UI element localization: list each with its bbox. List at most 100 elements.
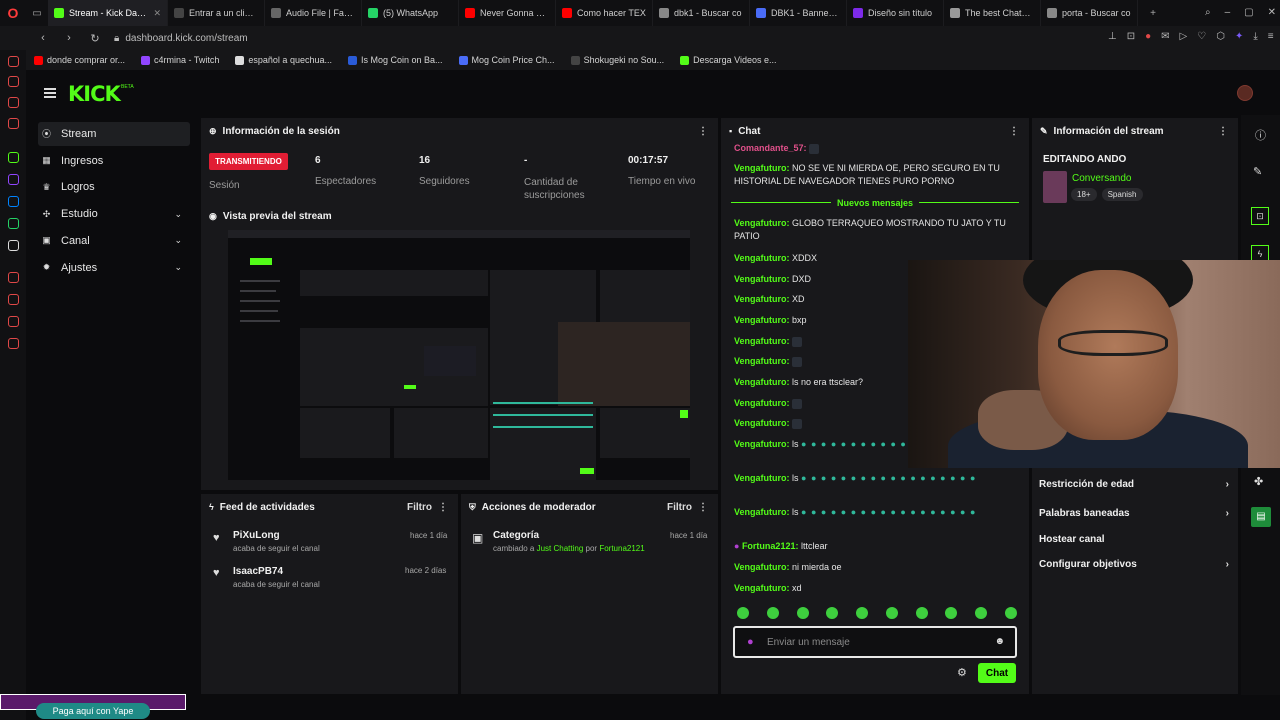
url-field[interactable]: 🔒︎ dashboard.kick.com/stream [114, 33, 248, 44]
forward-icon[interactable]: › [60, 32, 78, 44]
feed-user-name[interactable]: PiXuLong [233, 530, 280, 541]
chat-username[interactable]: Vengafuturo: [734, 583, 790, 593]
chevron-down-icon[interactable]: ⌄ [174, 262, 182, 273]
play-icon[interactable]: ▷ [1180, 31, 1188, 42]
filter-button[interactable]: Filtro [407, 502, 432, 513]
back-icon[interactable]: ‹ [34, 32, 52, 44]
kick-logo[interactable]: KICK [68, 82, 121, 106]
menu-icon[interactable]: ≡ [1268, 31, 1274, 42]
sidebar-app-icon[interactable] [8, 316, 19, 327]
heart-icon[interactable]: ♡ [1197, 31, 1206, 42]
chat-message[interactable]: Vengafuturo: xd [734, 582, 1019, 595]
extensions-icon[interactable]: ⬡ [1216, 31, 1225, 42]
age-restriction-option[interactable]: Restricción de edad › [1039, 479, 1229, 490]
record-icon[interactable]: ● [1145, 31, 1151, 42]
sidebar-app-icon[interactable] [8, 118, 19, 129]
more-options-icon[interactable]: ⋮ [698, 126, 708, 137]
edit-icon[interactable]: ✎ [1253, 165, 1262, 178]
mic-icon[interactable]: ● [747, 636, 754, 648]
chat-message[interactable]: Vengafuturo: GLOBO TERRAQUEO MOSTRANDO T… [734, 217, 1019, 243]
chat-username[interactable]: Vengafuturo: [734, 315, 790, 325]
chat-username[interactable]: Vengafuturo: [734, 336, 790, 346]
reload-icon[interactable]: ↻ [86, 32, 104, 45]
browser-tab[interactable]: dbk1 - Buscar co [653, 0, 750, 26]
chat-username[interactable]: Vengafuturo: [734, 507, 790, 517]
chevron-down-icon[interactable]: ⌄ [174, 235, 182, 246]
opera-logo-icon[interactable]: O [0, 0, 26, 26]
chat-username[interactable]: Vengafuturo: [734, 418, 790, 428]
emote-icon[interactable] [737, 607, 749, 619]
hamburger-menu-icon[interactable] [44, 88, 56, 98]
chat-message[interactable]: ● Fortuna2121: lttclear [734, 540, 1019, 553]
sidebar-item-ingresos[interactable]: ▦ Ingresos [38, 149, 190, 173]
sidebar-item-ajustes[interactable]: ✹ Ajustes ⌄ [38, 256, 190, 280]
screenshot-icon[interactable]: ⊡ [1127, 31, 1135, 42]
chat-message[interactable]: Vengafuturo: ni mierda oe [734, 561, 1019, 574]
chat-message[interactable]: Comandante_57: [734, 142, 1019, 155]
chat-message[interactable]: Vengafuturo: ls ● ● ● ● ● ● ● ● ● ● ● ● … [734, 506, 1019, 519]
banned-words-option[interactable]: Palabras baneadas › [1039, 508, 1229, 519]
chat-username[interactable]: Fortuna2121: [742, 541, 799, 551]
chat-settings-icon[interactable]: ⚙ [957, 666, 967, 679]
browser-tab[interactable]: Diseño sin título [847, 0, 944, 26]
emote-icon[interactable] [915, 607, 928, 619]
chat-username[interactable]: Vengafuturo: [734, 253, 790, 263]
vpn-icon[interactable]: ✦ [1235, 31, 1243, 42]
emoji-icon[interactable]: ☻ [994, 636, 1005, 647]
sidebar-item-canal[interactable]: ▣ Canal ⌄ [38, 229, 190, 253]
bookmark-item[interactable]: c4rmina - Twitch [141, 55, 219, 65]
more-options-icon[interactable]: ⋮ [1218, 126, 1228, 137]
new-messages-divider[interactable]: Nuevos mensajes [731, 196, 1020, 209]
chat-username[interactable]: Vengafuturo: [734, 294, 790, 304]
pin-icon[interactable]: ⊥ [1108, 31, 1117, 42]
bookmark-item[interactable]: Mog Coin Price Ch... [458, 55, 555, 65]
puzzle-icon[interactable]: ✤ [1254, 475, 1263, 488]
chat-message[interactable]: Vengafuturo: NO SE VE NI MIERDA OE, PERO… [734, 162, 1019, 188]
chat-message[interactable]: Vengafuturo: ls ● ● ● ● ● ● ● ● ● ● ● ● … [734, 472, 1019, 485]
feed-user-name[interactable]: IsaacPB74 [233, 566, 283, 577]
filter-button[interactable]: Filtro [667, 502, 692, 513]
chat-username[interactable]: Comandante_57: [734, 143, 807, 153]
more-options-icon[interactable]: ⋮ [1009, 126, 1019, 137]
yape-pay-button[interactable]: Paga aquí con Yape [36, 703, 150, 719]
browser-tab[interactable]: Stream - Kick Dashboard ✕ [48, 0, 168, 26]
chat-username[interactable]: Vengafuturo: [734, 356, 790, 366]
more-options-icon[interactable]: ⋮ [438, 502, 448, 513]
browser-tab[interactable]: (5) WhatsApp [362, 0, 459, 26]
sidebar-app-icon[interactable] [8, 294, 19, 305]
bookmark-item[interactable]: donde comprar or... [34, 55, 125, 65]
browser-tab[interactable]: DBK1 - Banner fu [750, 0, 847, 26]
chat-username[interactable]: Vengafuturo: [734, 398, 790, 408]
info-icon[interactable]: ⓘ [1255, 127, 1266, 143]
emote-icon[interactable] [796, 607, 809, 619]
emote-icon[interactable] [766, 607, 779, 619]
bookmark-item[interactable]: Descarga Videos e... [680, 55, 777, 65]
x-icon[interactable] [8, 240, 19, 251]
twitch-app-icon[interactable] [8, 174, 19, 185]
bookmark-item[interactable]: Is Mog Coin on Ba... [347, 55, 443, 65]
camera-icon[interactable]: ⊡ [1251, 207, 1269, 225]
goals-option[interactable]: Configurar objetivos › [1039, 559, 1229, 570]
emote-icon[interactable] [975, 607, 988, 619]
maximize-icon[interactable]: ▢ [1244, 7, 1253, 18]
close-tab-icon[interactable]: ✕ [153, 8, 161, 19]
host-channel-option[interactable]: Hostear canal [1039, 534, 1229, 545]
sidebar-app-icon[interactable] [8, 97, 19, 108]
sidebar-app-icon[interactable] [8, 272, 19, 283]
browser-tab[interactable]: Entrar a un clip com [168, 0, 265, 26]
emote-icon[interactable] [826, 607, 839, 619]
browser-tab[interactable]: The best ChatBot [944, 0, 1041, 26]
bookmark-item[interactable]: Shokugeki no Sou... [570, 55, 664, 65]
category-name[interactable]: Conversando [1072, 173, 1131, 184]
chat-username[interactable]: Vengafuturo: [734, 163, 790, 173]
sidebar-app-icon[interactable] [8, 76, 19, 87]
sidebar-app-icon[interactable] [8, 56, 19, 67]
browser-tab[interactable]: porta - Buscar co [1041, 0, 1138, 26]
chat-username[interactable]: Vengafuturo: [734, 473, 790, 483]
emote-icon[interactable] [1004, 607, 1017, 619]
clapper-icon[interactable]: ▤ [1251, 507, 1271, 527]
whatsapp-icon[interactable] [8, 218, 19, 229]
new-tab-icon[interactable]: + [1142, 0, 1164, 26]
kick-app-icon[interactable] [8, 152, 19, 163]
flow-icon[interactable]: ✉ [1161, 31, 1169, 42]
